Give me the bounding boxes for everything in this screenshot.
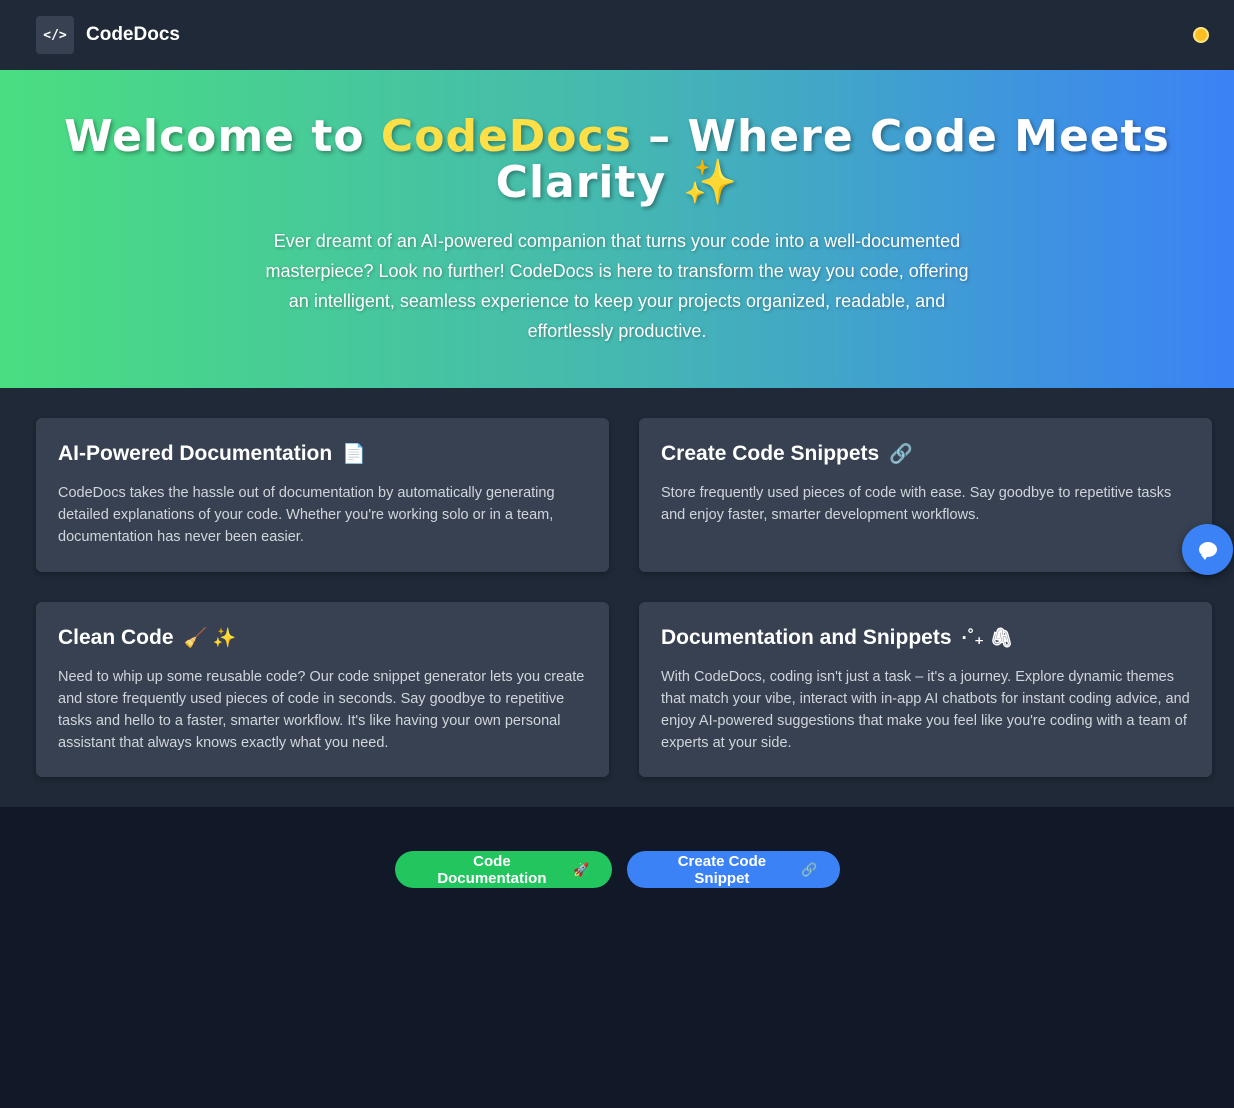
feature-card-docs-and-snippets: Documentation and Snippets ·˚₊ 🖇 With Co… [639,602,1212,777]
feature-title: AI-Powered Documentation 📄 [58,440,587,468]
feature-title-text: Documentation and Snippets [661,626,952,649]
hero-title: Welcome to CodeDocs – Where Code Meets C… [52,114,1182,206]
feature-title: Documentation and Snippets ·˚₊ 🖇 [661,624,1190,652]
code-logo-icon[interactable]: </> [36,16,74,54]
feature-card-clean-code: Clean Code 🧹 ✨ Need to whip up some reus… [36,602,609,777]
feature-title-text: Create Code Snippets [661,442,880,465]
button-label: Code Documentation [437,852,547,887]
button-label: Create Code Snippet [677,852,767,887]
rocket-icon: 🚀 [573,861,590,877]
feature-title-text: Clean Code [58,626,174,649]
link-icon: 🔗 [801,861,818,877]
broom-sparkles-icon: 🧹 ✨ [183,628,237,649]
top-navbar: </> CodeDocs [0,0,1234,70]
sun-icon [1195,29,1207,41]
theme-toggle-button[interactable] [1192,26,1210,44]
hero-title-prefix: Welcome to [64,111,381,162]
paperclip-icon: ·˚₊ 🖇 [961,628,1014,649]
document-icon: 📄 [342,444,366,465]
chat-button[interactable] [1182,524,1233,575]
hero-section: Welcome to CodeDocs – Where Code Meets C… [0,70,1234,388]
feature-card-ai-documentation: AI-Powered Documentation 📄 CodeDocs take… [36,418,609,572]
feature-description: Need to whip up some reusable code? Our … [58,669,585,751]
chat-bubble-icon [1198,542,1217,560]
feature-description: With CodeDocs, coding isn't just a task … [661,669,1190,751]
brand-name[interactable]: CodeDocs [86,24,180,46]
link-icon: 🔗 [889,444,913,465]
feature-title: Clean Code 🧹 ✨ [58,624,587,652]
create-code-snippet-button[interactable]: Create Code Snippet 🔗 [626,851,840,888]
code-documentation-button[interactable]: Code Documentation 🚀 [394,851,612,888]
feature-description: Store frequently used pieces of code wit… [661,485,1172,523]
feature-description: CodeDocs takes the hassle out of documen… [58,485,555,545]
hero-description: Ever dreamt of an AI-powered companion t… [265,231,969,341]
features-grid: AI-Powered Documentation 📄 CodeDocs take… [0,388,1234,807]
feature-card-code-snippets: Create Code Snippets 🔗 Store frequently … [639,418,1212,572]
feature-title-text: AI-Powered Documentation [58,442,333,465]
hero-title-accent: CodeDocs [380,111,632,162]
action-buttons: Code Documentation 🚀 Create Code Snippet… [0,807,1234,888]
feature-title: Create Code Snippets 🔗 [661,440,1190,468]
